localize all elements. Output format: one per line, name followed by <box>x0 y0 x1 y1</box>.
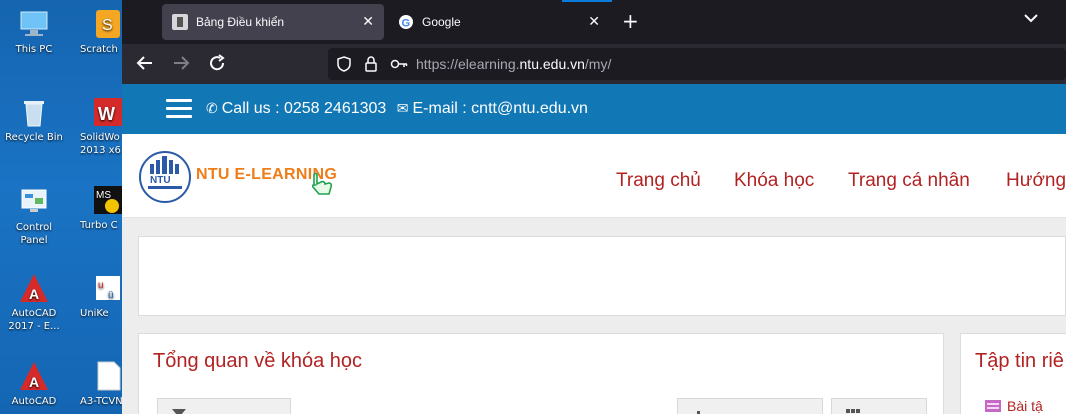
tab-title: Google <box>422 15 461 29</box>
svg-text:A: A <box>29 286 39 302</box>
contact-phone: Call us : 0258 2461303 <box>221 100 387 117</box>
contact-email: E-mail : cntt@ntu.edu.vn <box>412 100 588 117</box>
desktop-icon-recycle-bin[interactable]: Recycle Bin <box>4 96 64 144</box>
autocad-icon: A <box>18 360 50 392</box>
lock-icon[interactable] <box>364 56 378 76</box>
desktop-icon-this-pc[interactable]: This PC <box>4 8 64 56</box>
desktop-icon-label: UniKe <box>80 308 109 319</box>
list-all-tabs-chevron-icon[interactable] <box>1024 12 1038 27</box>
computer-icon <box>18 8 50 40</box>
key-icon[interactable] <box>390 56 408 76</box>
nav-menu-courses[interactable]: Khóa học <box>734 170 814 192</box>
svg-text:MS: MS <box>96 190 111 201</box>
close-tab-icon[interactable]: ✕ <box>362 13 374 30</box>
private-files-card: Tập tin riê Bài tậ <box>960 333 1066 414</box>
desktop-icon-label: A3-TCVN <box>80 396 123 407</box>
control-panel-icon <box>18 186 50 218</box>
moodle-favicon-icon <box>172 14 188 30</box>
svg-text:ü: ü <box>108 290 114 301</box>
sort-dropdown[interactable] <box>677 398 823 414</box>
svg-text:W: W <box>98 104 115 124</box>
svg-text:A: A <box>29 374 39 390</box>
unikey-icon: uü <box>92 272 124 304</box>
desktop-icon-autocad[interactable]: A AutoCAD <box>4 360 64 408</box>
nav-menu-profile[interactable]: Trang cá nhân <box>848 170 970 192</box>
filter-dropdown[interactable] <box>157 398 291 414</box>
google-favicon-icon: G <box>398 14 414 30</box>
desktop-icon-label: Scratch <box>80 44 118 55</box>
sort-icon <box>697 411 700 414</box>
contact-info: ✆ Call us : 0258 2461303 ✉ E-mail : cntt@n… <box>206 100 588 118</box>
svg-text:G: G <box>402 18 411 30</box>
browser-window: Bảng Điều khiển ✕ G Google ✕ + https://e… <box>122 0 1066 414</box>
new-tab-button[interactable]: + <box>622 10 639 32</box>
autocad-icon: A <box>18 272 50 304</box>
site-topbar: ✆ Call us : 0258 2461303 ✉ E-mail : cntt@n… <box>122 84 1066 134</box>
document-icon <box>92 360 124 392</box>
file-icon <box>985 400 1001 412</box>
site-header: NTU NTU E-LEARNING Trang chủ Khóa học Tr… <box>122 134 1066 218</box>
web-page: ✆ Call us : 0258 2461303 ✉ E-mail : cntt@n… <box>122 84 1066 414</box>
desktop-icon-label: AutoCAD 2017 - E... <box>8 308 60 332</box>
close-tab-icon[interactable]: ✕ <box>588 13 600 30</box>
course-overview-card: Tổng quan về khóa học <box>138 333 944 414</box>
solidworks-icon: W <box>92 96 124 128</box>
nav-menu-home[interactable]: Trang chủ <box>616 170 701 192</box>
svg-text:u: u <box>98 280 104 291</box>
tab-bang-dieu-khien[interactable]: Bảng Điều khiển ✕ <box>162 4 384 40</box>
page-banner <box>138 236 1066 316</box>
shield-icon[interactable] <box>336 56 352 76</box>
turbo-c-icon: MS <box>92 184 124 216</box>
url-domain: ntu.edu.vn <box>519 56 585 72</box>
url-text[interactable]: https://elearning.ntu.edu.vn/my/ <box>416 56 611 72</box>
private-file-name: Bài tậ <box>1007 398 1043 414</box>
address-bar[interactable]: https://elearning.ntu.edu.vn/my/ <box>328 48 1066 80</box>
desktop-icon-autocad-2017[interactable]: A AutoCAD 2017 - E... <box>4 272 64 333</box>
hamburger-menu-icon[interactable] <box>166 99 192 119</box>
pointer-hand-icon <box>308 172 336 202</box>
desktop-icon-label: Turbo C <box>80 220 118 231</box>
svg-text:NTU: NTU <box>150 175 171 186</box>
scratch-icon: S <box>92 8 124 40</box>
back-button[interactable] <box>136 54 154 77</box>
private-file-link[interactable]: Bài tậ <box>985 398 1043 414</box>
phone-icon: ✆ <box>206 100 218 116</box>
tab-bar: Bảng Điều khiển ✕ G Google ✕ + <box>122 0 1066 44</box>
grid-view-icon <box>846 409 860 413</box>
filter-icon <box>172 409 186 414</box>
private-files-title: Tập tin riê <box>975 350 1064 372</box>
url-prefix: https://elearning. <box>416 56 520 72</box>
tab-title: Bảng Điều khiển <box>196 15 285 29</box>
reload-button[interactable] <box>208 54 226 77</box>
nav-bar: https://elearning.ntu.edu.vn/my/ <box>122 44 1066 84</box>
ntu-logo[interactable]: NTU <box>138 150 192 204</box>
recycle-bin-icon <box>18 96 50 128</box>
tab-google[interactable]: G Google ✕ <box>388 4 610 40</box>
nav-menu-guide[interactable]: Hướng <box>1006 170 1066 192</box>
forward-button[interactable] <box>172 54 190 77</box>
url-path: /my/ <box>584 56 612 72</box>
desktop-icon-label: Recycle Bin <box>5 132 63 143</box>
desktop-icon-control-panel[interactable]: Control Panel <box>4 186 64 247</box>
tab-accent-line <box>562 0 612 2</box>
desktop: This PC Recycle Bin Control Panel A Auto… <box>0 0 124 414</box>
course-overview-title: Tổng quan về khóa học <box>153 350 363 372</box>
desktop-icon-label: Control Panel <box>15 222 53 246</box>
desktop-icon-label: AutoCAD <box>11 396 57 407</box>
view-dropdown[interactable] <box>831 398 927 414</box>
mail-icon: ✉ <box>396 100 409 116</box>
desktop-icon-label: This PC <box>15 44 53 55</box>
svg-text:S: S <box>102 17 113 34</box>
